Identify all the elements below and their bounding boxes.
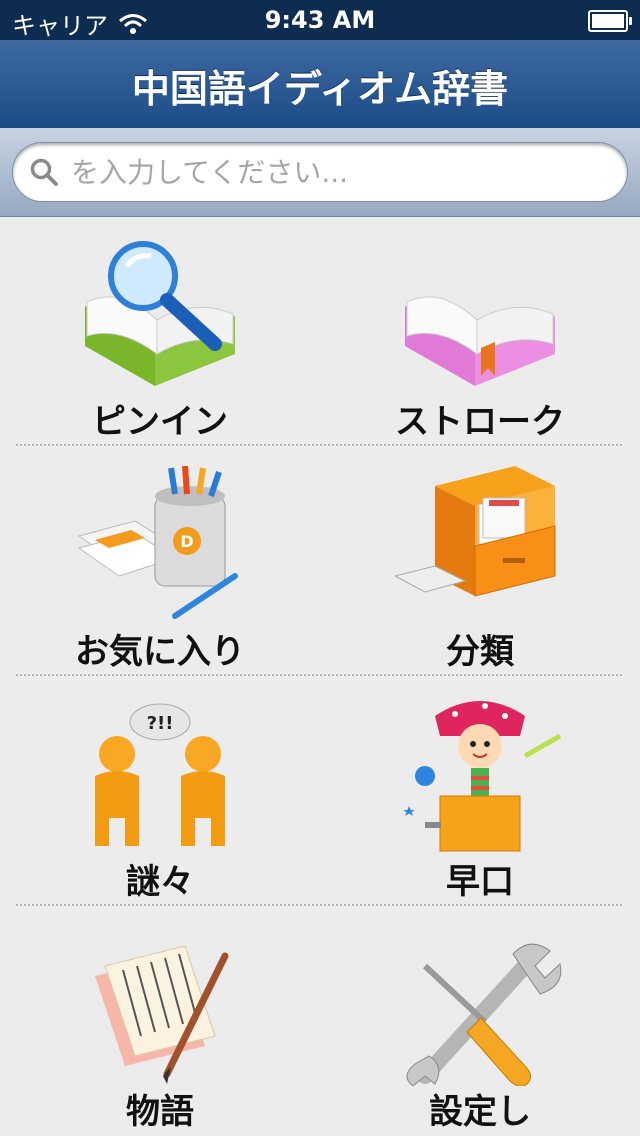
pencil-cup-icon: D: [77, 466, 238, 619]
open-book-icon: [405, 296, 555, 386]
menu-item-settings[interactable]: 設定し: [320, 906, 640, 1136]
search-field[interactable]: [12, 142, 628, 202]
menu-item-label: ピンイン: [92, 402, 228, 442]
menu-item-stroke[interactable]: ストローク: [320, 216, 640, 446]
status-bar: キャリア 9:43 AM: [0, 0, 640, 40]
scroll-brush-icon: [95, 945, 229, 1084]
magnifier-book-icon: [85, 241, 235, 386]
search-input[interactable]: [69, 151, 613, 193]
menu-grid: ピンイン ストローク D お気に入り 分類 ?!! 謎々 早口 物語 設定し: [0, 216, 640, 1136]
menu-item-label: 分類: [446, 632, 514, 672]
battery-icon: [588, 10, 632, 32]
menu-item-label: ストローク: [395, 402, 565, 442]
menu-item-pinyin[interactable]: ピンイン: [0, 216, 320, 446]
nav-bar: 中国語イディオム辞書: [0, 40, 640, 129]
menu-item-favorites[interactable]: D お気に入り: [0, 446, 320, 676]
wrench-screwdriver-icon: [406, 943, 562, 1086]
svg-text:D: D: [180, 532, 193, 551]
menu-item-riddles[interactable]: ?!! 謎々: [0, 676, 320, 906]
search-icon: [30, 158, 58, 186]
menu-item-label: 謎々: [126, 862, 194, 902]
search-bar: [0, 128, 640, 217]
menu-item-label: お気に入り: [75, 632, 245, 672]
jack-in-box-icon: [403, 701, 562, 852]
menu-item-label: 設定し: [429, 1092, 531, 1132]
menu-item-category[interactable]: 分類: [320, 446, 640, 676]
page-title: 中国語イディオム辞書: [131, 69, 509, 111]
menu-item-tongue-twister[interactable]: 早口: [320, 676, 640, 906]
svg-text:?!!: ?!!: [147, 713, 174, 734]
question-people-icon: ?!!: [95, 703, 225, 846]
status-time: 9:43 AM: [264, 6, 376, 34]
menu-item-label: 物語: [126, 1092, 194, 1132]
menu-item-stories[interactable]: 物語: [0, 906, 320, 1136]
file-drawer-icon: [395, 466, 556, 597]
menu-item-label: 早口: [446, 862, 514, 902]
